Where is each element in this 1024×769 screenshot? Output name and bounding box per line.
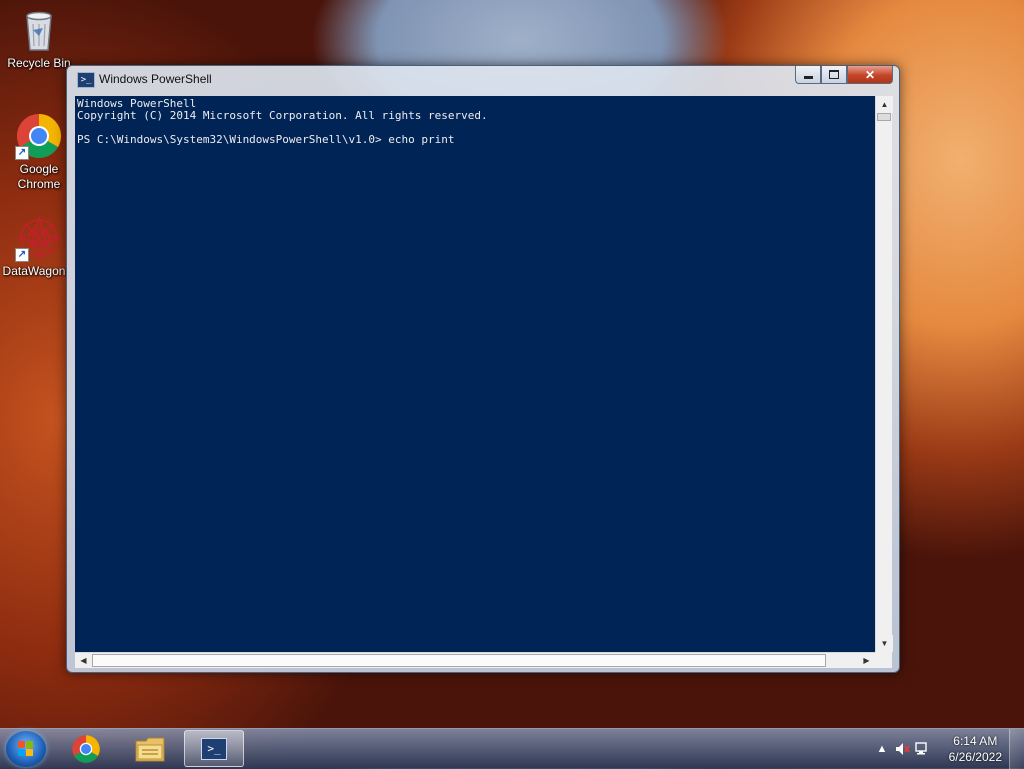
windows-start-icon — [18, 741, 34, 757]
clock-date: 6/26/2022 — [948, 750, 1002, 764]
shortcut-arrow-icon: ↗ — [15, 248, 29, 262]
scroll-up-arrow-icon[interactable]: ▲ — [876, 96, 893, 113]
powershell-icon: >_ — [201, 737, 227, 760]
horizontal-scrollbar[interactable]: ◀ ▶ — [75, 652, 875, 668]
powershell-window: >_ Windows PowerShell ✕ Windows PowerShe… — [66, 65, 900, 673]
console-output[interactable]: Windows PowerShell Copyright (C) 2014 Mic… — [75, 96, 875, 652]
taskbar-explorer-button[interactable] — [120, 730, 180, 767]
network-icon[interactable] — [914, 741, 930, 757]
taskbar: >_ ▲ 6:14 AM 6/26/2022 — [0, 728, 1024, 769]
clock-time: 6:14 AM — [953, 734, 998, 748]
vertical-scrollbar[interactable]: ▲ ▼ — [875, 96, 893, 652]
desktop-icon-label: Google Chrome — [17, 162, 61, 191]
powershell-icon: >_ — [77, 72, 95, 88]
console-line: Copyright (C) 2014 Microsoft Corporation… — [77, 109, 488, 122]
taskbar-powershell-button[interactable]: >_ — [184, 730, 244, 767]
maximize-button[interactable] — [821, 66, 847, 84]
chrome-icon: ↗ — [15, 112, 63, 160]
window-controls: ✕ — [795, 66, 893, 85]
show-hidden-icons-icon[interactable]: ▲ — [874, 741, 890, 757]
taskbar-chrome-button[interactable] — [56, 730, 116, 767]
minimize-icon — [803, 76, 813, 79]
minimize-button[interactable] — [795, 66, 821, 84]
desktop-icon-recycle-bin[interactable]: Recycle Bin — [1, 6, 77, 71]
scroll-right-arrow-icon[interactable]: ▶ — [858, 653, 875, 668]
chrome-icon — [72, 734, 100, 763]
datawagon-icon: ↗ — [15, 214, 63, 262]
shortcut-arrow-icon: ↗ — [15, 146, 29, 160]
close-icon: ✕ — [864, 67, 876, 82]
maximize-icon — [829, 70, 839, 79]
show-desktop-button[interactable] — [1009, 729, 1024, 769]
console-prompt-line: PS C:\Windows\System32\WindowsPowerShell… — [77, 133, 455, 146]
recycle-bin-icon — [15, 6, 63, 54]
window-titlebar[interactable]: >_ Windows PowerShell ✕ — [67, 66, 899, 94]
taskbar-clock[interactable]: 6:14 AM 6/26/2022 — [949, 733, 1002, 765]
start-button[interactable] — [6, 731, 46, 767]
scrollbar-corner — [875, 652, 892, 668]
horizontal-scroll-thumb[interactable] — [92, 654, 826, 667]
scroll-down-arrow-icon[interactable]: ▼ — [876, 635, 893, 652]
window-title: Windows PowerShell — [99, 72, 212, 86]
folder-icon — [135, 737, 165, 761]
scroll-left-arrow-icon[interactable]: ◀ — [75, 653, 92, 668]
system-tray: ▲ 6:14 AM 6/26/2022 — [864, 729, 1024, 769]
close-button[interactable]: ✕ — [847, 66, 893, 84]
volume-muted-icon[interactable] — [894, 741, 910, 757]
vertical-scroll-thumb[interactable] — [877, 113, 891, 121]
